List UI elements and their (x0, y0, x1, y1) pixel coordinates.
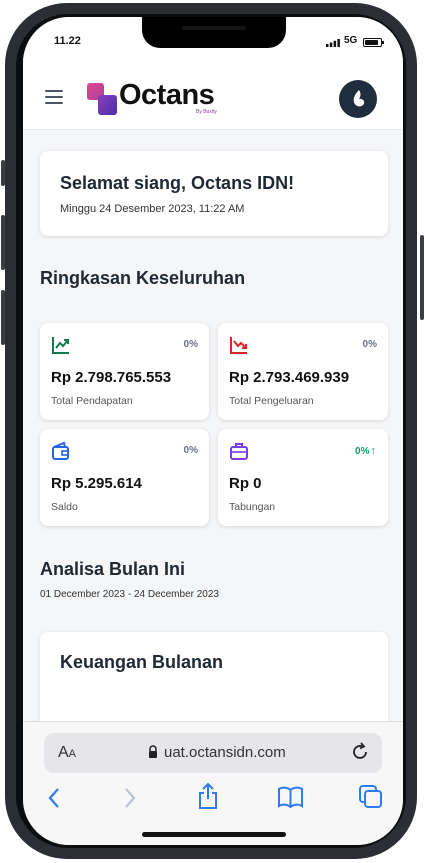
stat-label: Tabungan (229, 501, 276, 513)
phone-screen: 11.22 5G Octans By Boxity Selamat siang,… (23, 17, 403, 845)
stat-card-income[interactable]: 0% Rp 2.798.765.553 Total Pendapatan (40, 323, 209, 420)
notch-speaker (182, 26, 246, 30)
stat-label: Total Pengeluaran (229, 395, 314, 407)
stat-percent: 0% (362, 339, 377, 350)
volume-down-button (1, 290, 5, 345)
stat-card-expense[interactable]: 0% Rp 2.793.469.939 Total Pengeluaran (218, 323, 388, 420)
main-content: Selamat siang, Octans IDN! Minggu 24 Des… (23, 129, 403, 721)
stat-card-balance[interactable]: 0% Rp 5.295.614 Saldo (40, 429, 209, 526)
address-bar[interactable]: AA uat.octansidn.com (44, 733, 382, 773)
back-icon[interactable] (47, 787, 61, 809)
status-time: 11.22 (54, 35, 81, 47)
logo-subtext: By Boxity (196, 109, 217, 115)
wallet-icon (52, 441, 69, 460)
avatar[interactable] (339, 80, 377, 118)
lock-icon (149, 745, 157, 758)
stat-value: Rp 2.798.765.553 (51, 369, 172, 386)
stat-percent: 0% (183, 445, 198, 456)
notch (142, 17, 286, 48)
text-size-button[interactable]: AA (58, 744, 76, 762)
bookmarks-icon[interactable] (278, 786, 303, 808)
stat-value: Rp 0 (229, 475, 262, 492)
home-indicator (142, 832, 286, 837)
browser-toolbar: AA uat.octansidn.com (23, 721, 403, 845)
arrow-up-icon: ↑ (370, 445, 377, 457)
octans-logo-icon (87, 83, 117, 115)
status-bar: 11.22 5G (23, 17, 403, 69)
greeting-card: Selamat siang, Octans IDN! Minggu 24 Des… (40, 151, 388, 236)
app-header: Octans By Boxity (23, 69, 403, 130)
volume-up-button (1, 215, 5, 270)
stat-value: Rp 5.295.614 (51, 475, 142, 492)
menu-icon[interactable] (45, 90, 63, 104)
stat-label: Total Pendapatan (51, 395, 133, 407)
stat-label: Saldo (51, 501, 78, 513)
greeting-datetime: Minggu 24 Desember 2023, 11:22 AM (60, 203, 245, 215)
trending-up-icon (52, 337, 69, 354)
monthly-finance-title: Keuangan Bulanan (60, 652, 224, 672)
trending-down-icon (230, 337, 247, 354)
analysis-date-range: 01 December 2023 - 24 December 2023 (40, 589, 219, 600)
stat-percent-value: 0% (355, 446, 370, 457)
greeting-title: Selamat siang, Octans IDN! (60, 173, 295, 193)
stat-percent: 0%↑ (355, 445, 376, 457)
battery-icon (363, 38, 384, 47)
silent-switch (1, 160, 5, 186)
signal-icon (326, 39, 340, 47)
logo-text: Octans (119, 79, 215, 111)
analysis-title: Analisa Bulan Ini (40, 559, 186, 579)
share-icon[interactable] (197, 782, 219, 810)
overview-title: Ringkasan Keseluruhan (40, 268, 246, 288)
tabs-icon[interactable] (359, 785, 382, 808)
stat-value: Rp 2.793.469.939 (229, 369, 350, 386)
network-type: 5G (344, 35, 358, 46)
reload-icon[interactable] (350, 742, 370, 762)
stat-card-savings[interactable]: 0%↑ Rp 0 Tabungan (218, 429, 388, 526)
boxity-logo-icon (353, 90, 365, 107)
url-text: uat.octansidn.com (164, 744, 286, 761)
forward-icon[interactable] (123, 787, 137, 809)
briefcase-icon (230, 443, 248, 460)
power-button (420, 235, 424, 320)
stat-percent: 0% (183, 339, 198, 350)
monthly-finance-card: Keuangan Bulanan (40, 632, 388, 721)
